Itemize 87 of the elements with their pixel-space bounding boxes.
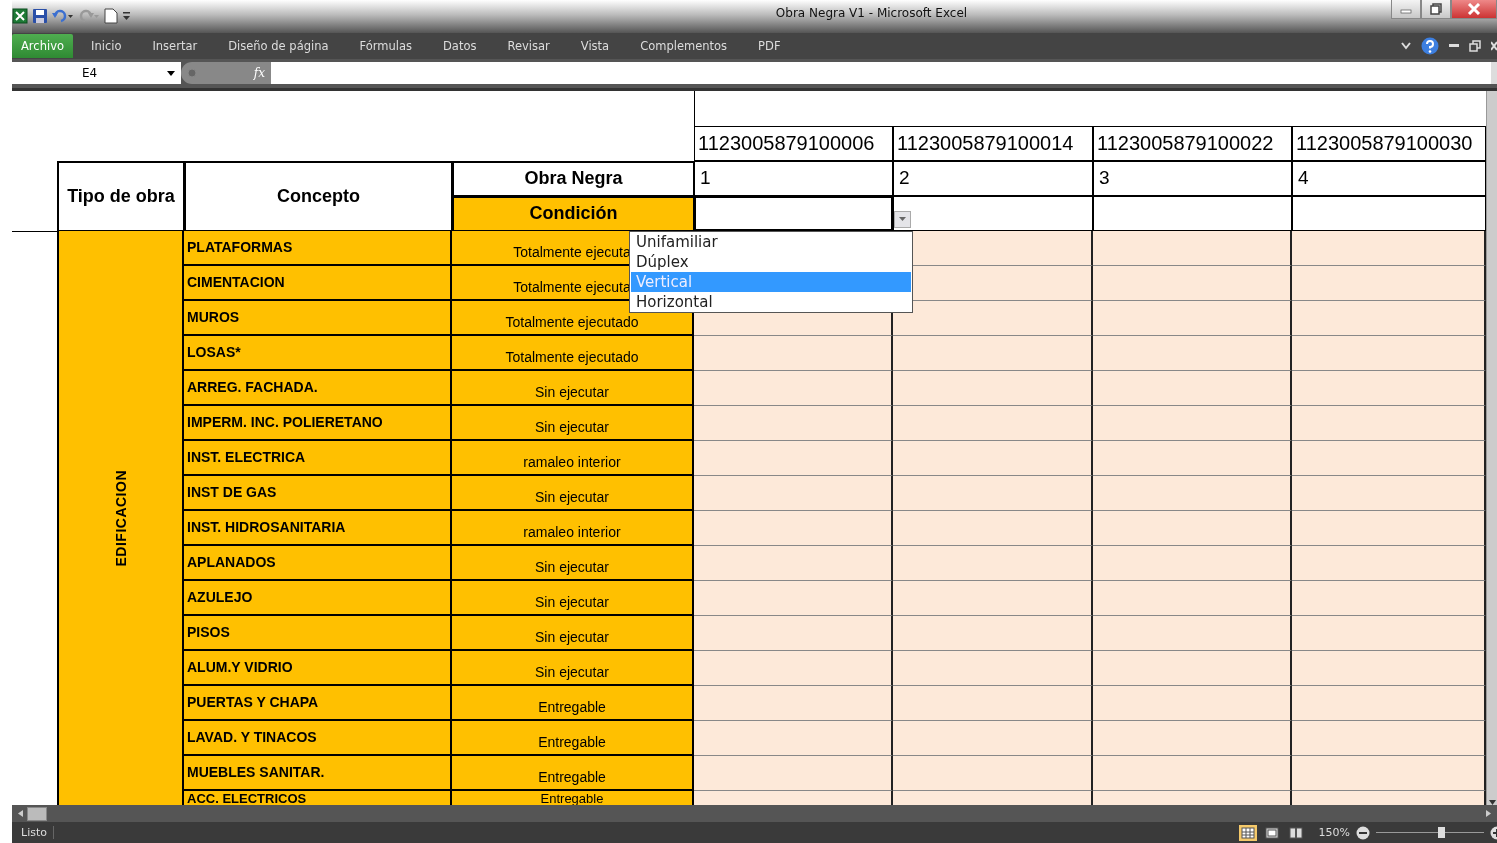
vertical-scrollbar[interactable] [1486,90,1497,806]
condition-cell: Entregable [452,720,694,756]
close-icon [1467,3,1481,15]
condition-cell: Sin ejecutar [452,650,694,686]
undo-icon[interactable] [52,8,74,25]
concept-cell: ALUM.Y VIDRIO [184,650,452,686]
concept-cell: AZULEJO [184,580,452,616]
cell-value: 3 [1093,160,1292,196]
status-text: Listo [21,826,54,839]
concept-cell: LAVAD. Y TINACOS [184,720,452,756]
condition-cell: Sin ejecutar [452,580,694,616]
concept-cell: PUERTAS Y CHAPA [184,685,452,721]
insert-function-button[interactable]: fx [253,66,265,81]
caret-icon [899,217,906,222]
concept-cell: ARREG. FACHADA. [184,370,452,406]
cell-reference: E4 [82,66,98,81]
ribbon-tab[interactable]: Datos [428,34,492,59]
chevron-down-icon[interactable] [1401,42,1411,51]
condition-cell: Sin ejecutar [452,370,694,406]
ribbon-tab[interactable]: Inicio [76,34,137,59]
minimize-icon[interactable] [1449,44,1459,49]
zoom-out-icon[interactable] [1356,825,1370,840]
page-break-icon[interactable] [1286,824,1305,841]
condition-cell: Sin ejecutar [452,615,694,651]
formula-input[interactable] [271,62,1491,85]
ribbon-tab[interactable]: Archivo [12,34,73,59]
column-header: Tipo de obra [57,160,184,231]
concept-cell: MUROS [184,300,452,336]
cell-value: 1123005879100022 [1093,125,1292,161]
concept-cell: IMPERM. INC. POLIERETANO [184,405,452,441]
help-icon[interactable] [1421,37,1439,56]
scroll-thumb[interactable] [27,806,47,821]
group-label: EDIFICACION [112,469,129,567]
concept-cell: PLATAFORMAS [184,230,452,266]
concept-cell: MUEBLES SANITAR. [184,755,452,791]
ribbon-tab[interactable]: Revisar [492,34,565,59]
cell-value: 2 [893,160,1093,196]
concept-cell: INST. ELECTRICA [184,440,452,476]
condition-cell: Totalmente ejecutado [452,335,694,371]
expand-formula-button[interactable] [1491,62,1497,85]
cell-value: 1123005879100006 [694,125,893,161]
column-header: Concepto [184,160,452,231]
ribbon-tab[interactable]: PDF [743,34,796,59]
cell-value: 1123005879100030 [1292,125,1486,161]
minimize-button[interactable] [1391,0,1421,19]
cell-value: 1123005879100014 [893,125,1093,161]
zoom-in-icon[interactable] [1490,825,1497,840]
new-document-icon[interactable] [104,8,118,25]
concept-cell: PISOS [184,615,452,651]
ribbon-tab[interactable]: Complementos [625,34,743,59]
close-icon[interactable] [1491,41,1497,52]
scroll-left-icon[interactable] [18,810,23,818]
restore-icon[interactable] [1469,40,1481,53]
condition-cell: Sin ejecutar [452,545,694,581]
normal-view-icon[interactable] [1238,824,1257,841]
condition-cell: Entregable [452,755,694,791]
close-button[interactable] [1451,0,1497,19]
name-box[interactable]: E4 [12,62,181,85]
cell-value: 1 [694,160,893,196]
page-layout-icon[interactable] [1262,824,1281,841]
slider-thumb[interactable] [1437,827,1445,838]
ribbon-tab[interactable]: Insertar [137,34,213,59]
ribbon-tab[interactable]: Vista [565,34,625,59]
restore-icon [1430,3,1442,15]
concept-cell: INST DE GAS [184,475,452,511]
zoom-level[interactable]: 150% [1318,826,1350,839]
ribbon-tab[interactable]: Diseño de página [213,34,344,59]
grip-icon [187,68,197,79]
spreadsheet-icon[interactable] [12,8,28,25]
dropdown-arrow-icon[interactable] [167,70,175,76]
condition-cell: Sin ejecutar [452,405,694,441]
condition-cell: ramaleo interior [452,440,694,476]
restore-button[interactable] [1421,0,1451,19]
scroll-right-icon[interactable] [1486,810,1491,818]
condition-cell: Entregable [452,685,694,721]
concept-cell: INST. HIDROSANITARIA [184,510,452,546]
ribbon-tab[interactable]: Fórmulas [344,34,427,59]
concept-cell: CIMENTACION [184,265,452,301]
window-title: Obra Negra V1 - Microsoft Excel [774,6,969,21]
concept-cell: APLANADOS [184,545,452,581]
condition-cell: Sin ejecutar [452,475,694,511]
save-icon[interactable] [32,8,48,25]
column-header: Obra Negra [452,160,694,196]
cell-value: 4 [1292,160,1486,196]
concept-cell: LOSAS* [184,335,452,371]
column-header: Condición [452,195,694,231]
condition-cell: ramaleo interior [452,510,694,546]
